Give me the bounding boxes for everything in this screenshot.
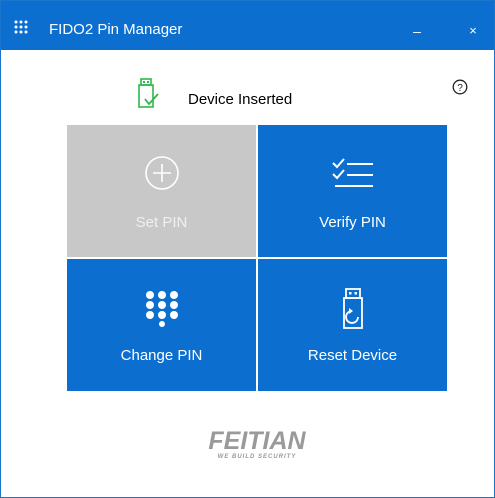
verify-pin-button[interactable]: Verify PIN: [258, 125, 447, 257]
logo-tagline: WE BUILD SECURITY: [218, 454, 297, 460]
close-button[interactable]: ×: [453, 23, 493, 43]
usb-key-check-icon: [138, 78, 159, 108]
verify-pin-label: Verify PIN: [319, 214, 386, 231]
set-pin-label: Set PIN: [135, 214, 188, 231]
keypad-app-icon: [14, 20, 28, 34]
set-pin-button[interactable]: Set PIN: [67, 125, 256, 257]
change-pin-button[interactable]: Change PIN: [67, 259, 256, 391]
plus-circle-icon: [144, 156, 179, 190]
feitian-logo: FEITIAN WE BUILD SECURITY: [208, 427, 306, 460]
usb-key-reset-icon: [342, 288, 363, 329]
reset-device-label: Reset Device: [307, 347, 398, 364]
logo-brand: FEITIAN: [208, 427, 306, 455]
app-window: FIDO2 Pin Manager – × ? Device Inserted …: [0, 0, 495, 498]
help-icon[interactable]: ?: [452, 79, 468, 95]
keypad-icon: [145, 291, 178, 327]
title-bar[interactable]: FIDO2 Pin Manager – ×: [1, 1, 494, 50]
window-title: FIDO2 Pin Manager: [49, 21, 183, 38]
reset-device-button[interactable]: Reset Device: [258, 259, 447, 391]
checklist-icon: [331, 158, 373, 187]
status-text: Device Inserted: [188, 91, 293, 108]
minimize-button[interactable]: –: [397, 23, 437, 43]
svg-text:?: ?: [457, 83, 463, 94]
change-pin-label: Change PIN: [120, 347, 203, 364]
